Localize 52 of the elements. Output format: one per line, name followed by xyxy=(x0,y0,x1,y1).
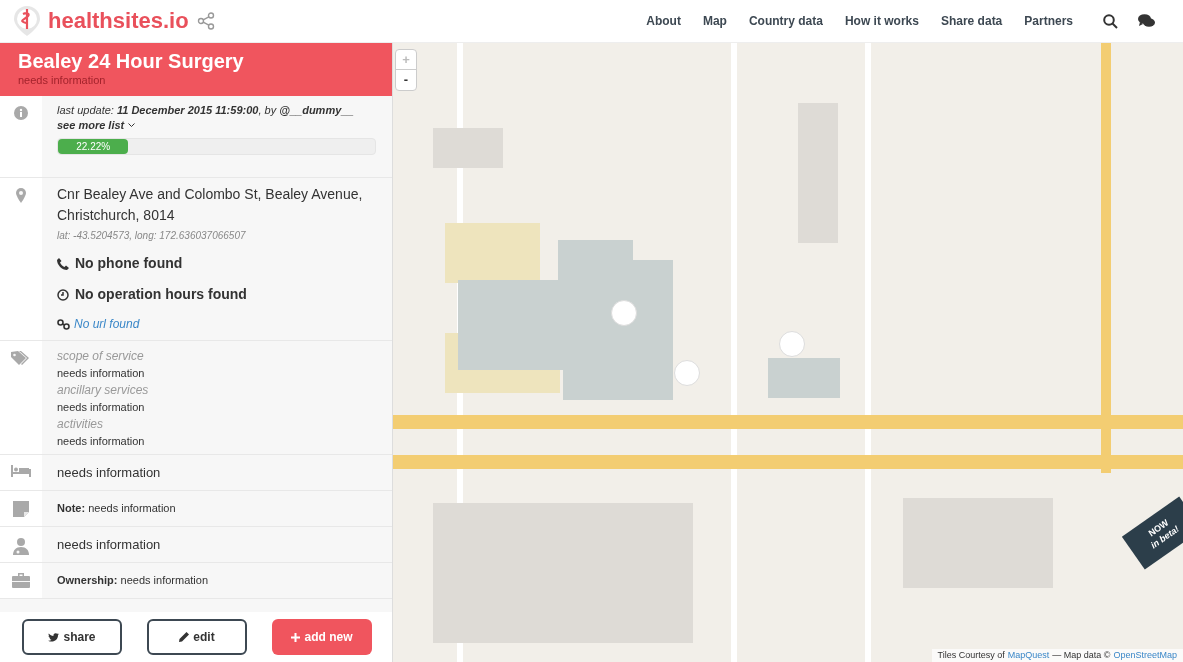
coordinates-text: lat: -43.5204573, long: 172.636037066507 xyxy=(57,229,247,243)
search-icon[interactable] xyxy=(1103,13,1118,29)
phone-icon xyxy=(57,257,69,270)
service-label: activities xyxy=(57,417,104,432)
bed-info-text: needs information xyxy=(57,463,161,482)
attribution-text: Tiles Courtesy of xyxy=(937,648,1005,662)
service-label: ancillary services xyxy=(57,383,150,398)
service-value: needs information xyxy=(57,366,146,381)
note-icon xyxy=(13,501,29,517)
facility-status: needs information xyxy=(18,74,107,87)
nav-link[interactable]: How it works xyxy=(844,12,919,30)
info-icon xyxy=(14,106,28,120)
service-value: needs information xyxy=(57,400,146,415)
bird-icon xyxy=(48,632,60,642)
link-icon xyxy=(57,318,70,330)
address-text: Cnr Bealey Ave and Colombo St, Bealey Avenue, Christchurch, 8014 xyxy=(57,185,364,225)
location-pin-icon xyxy=(16,188,26,203)
tags-icon xyxy=(11,351,31,365)
nav-link[interactable]: Partners xyxy=(1024,12,1073,30)
nav-link[interactable]: About xyxy=(646,12,681,30)
service-label: scope of service xyxy=(57,349,145,364)
ownership-info-text: Ownership: needs information xyxy=(57,573,208,589)
progress-reading: 22.22% xyxy=(76,140,111,154)
last-update-text: last update: 11 December 2015 11:59:00, by @__dummy__ xyxy=(57,103,355,118)
nav-link[interactable]: Country data xyxy=(748,12,823,30)
share-button[interactable]: share xyxy=(22,619,122,655)
url-link[interactable]: No url found xyxy=(74,315,140,333)
openstreetmap-link[interactable]: OpenStreetMap xyxy=(1113,648,1177,662)
briefcase-icon xyxy=(12,573,30,588)
attribution-text: — Map data © xyxy=(1052,648,1111,662)
zoom-out-button[interactable]: - xyxy=(396,70,416,90)
staff-info-text: needs information xyxy=(57,535,161,554)
mapquest-link[interactable]: MapQuest xyxy=(1007,648,1050,662)
logo-icon[interactable] xyxy=(14,6,40,36)
pencil-icon xyxy=(179,632,190,642)
chat-bubbles-icon[interactable] xyxy=(1138,14,1155,28)
see-more-link[interactable]: see more list xyxy=(57,118,136,133)
share-icon[interactable] xyxy=(196,12,215,30)
nav-link[interactable]: Map xyxy=(702,12,727,30)
bed-icon xyxy=(11,465,31,477)
chevron-down-icon xyxy=(128,123,136,128)
service-value: needs information xyxy=(57,434,146,449)
doctor-icon xyxy=(13,537,29,555)
site-logo-text[interactable]: healthsites.io xyxy=(48,3,189,37)
phone-text: No phone found xyxy=(75,254,183,273)
plus-icon xyxy=(291,632,301,642)
clock-icon xyxy=(57,288,69,301)
edit-button[interactable]: edit xyxy=(147,619,247,655)
opening-hours-text: No operation hours found xyxy=(75,285,247,304)
facility-name: Bealey 24 Hour Surgery xyxy=(18,49,245,74)
nav-link[interactable]: Share data xyxy=(940,12,1003,30)
note-info-text: Note: needs information xyxy=(57,501,176,517)
